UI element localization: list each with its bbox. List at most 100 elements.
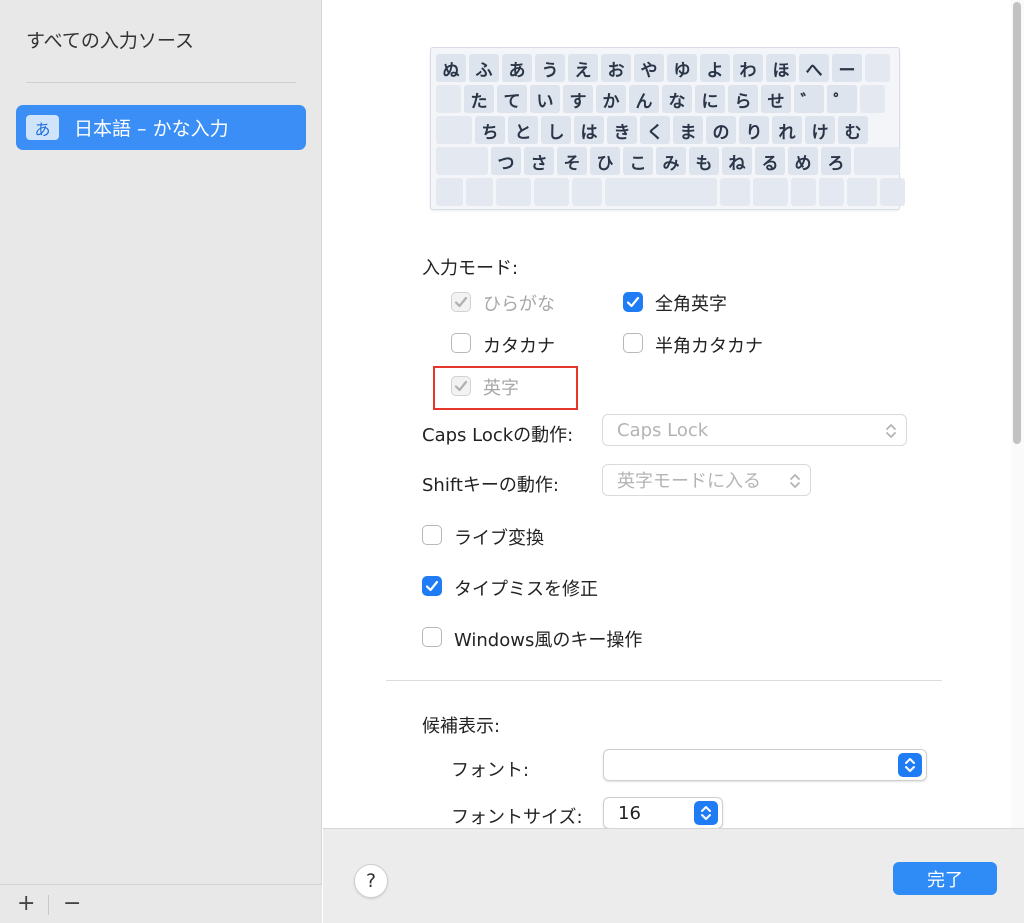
keyboard-row-4: つ さ そ ひ こ み も ね る め ろ xyxy=(436,147,900,175)
key: え xyxy=(568,54,598,82)
key: さ xyxy=(524,147,554,175)
key-arrow-right xyxy=(880,178,905,206)
key: ひ xyxy=(590,147,620,175)
key-tab xyxy=(436,85,461,113)
shift-popup[interactable]: 英字モードに入る xyxy=(602,464,811,496)
key-blank xyxy=(865,54,890,82)
sidebar-footer: + − xyxy=(0,884,322,923)
checkmark-icon xyxy=(425,580,439,592)
keyboard-row-2: た て い す か ん な に ら せ ゛ ゜ xyxy=(436,85,885,113)
hiragana-checkbox[interactable] xyxy=(451,292,471,312)
hiragana-label: ひらがな xyxy=(483,294,555,315)
key: ゜ xyxy=(827,85,857,113)
key: ふ xyxy=(469,54,499,82)
caps-lock-value: Caps Lock xyxy=(617,419,709,441)
scrollbar[interactable] xyxy=(1011,0,1024,828)
key: ゆ xyxy=(667,54,697,82)
remove-input-source-button[interactable]: − xyxy=(63,891,81,916)
key: く xyxy=(640,116,670,144)
key-space xyxy=(605,178,717,206)
key-shift-right xyxy=(854,147,900,175)
candidates-heading: 候補表示: xyxy=(422,716,501,737)
scrollbar-thumb[interactable] xyxy=(1013,2,1021,444)
key-control xyxy=(466,178,493,206)
key: ー xyxy=(832,54,862,82)
key: お xyxy=(601,54,631,82)
keyboard-row-3: ち と し は き く ま の り れ け む xyxy=(436,116,868,144)
input-mode-heading: 入力モード: xyxy=(422,258,519,279)
key: ら xyxy=(728,85,758,113)
chevron-updown-icon xyxy=(790,474,800,488)
typo-fix-label: タイプミスを修正 xyxy=(454,579,598,600)
footer-separator xyxy=(48,895,49,915)
sidebar: すべての入力ソース あ 日本語 – かな入力 + − xyxy=(0,0,322,923)
shift-value: 英字モードに入る xyxy=(617,471,761,492)
key-fn xyxy=(436,178,463,206)
input-source-item-japanese-kana[interactable]: あ 日本語 – かな入力 xyxy=(16,105,306,150)
add-input-source-button[interactable]: + xyxy=(17,891,35,916)
key: ぬ xyxy=(436,54,466,82)
sidebar-divider xyxy=(26,82,296,83)
key-eisu xyxy=(572,178,602,206)
key: へ xyxy=(799,54,829,82)
key: す xyxy=(563,85,593,113)
key-command xyxy=(534,178,569,206)
key: と xyxy=(508,116,538,144)
key: て xyxy=(497,85,527,113)
sidebar-title: すべての入力ソース xyxy=(26,30,194,52)
typo-fix-checkbox[interactable] xyxy=(422,576,442,596)
section-divider xyxy=(386,680,942,681)
key: の xyxy=(706,116,736,144)
key: よ xyxy=(700,54,730,82)
hiragana-a-icon: あ xyxy=(26,115,59,140)
help-button[interactable]: ? xyxy=(354,864,388,898)
key: め xyxy=(788,147,818,175)
zenkaku-eiji-label: 全角英字 xyxy=(655,294,727,315)
key: れ xyxy=(772,116,802,144)
caps-lock-popup[interactable]: Caps Lock xyxy=(602,414,907,446)
hankaku-katakana-checkbox[interactable] xyxy=(623,333,643,353)
key: ゛ xyxy=(794,85,824,113)
key: こ xyxy=(623,147,653,175)
done-button[interactable]: 完了 xyxy=(893,862,997,895)
key: せ xyxy=(761,85,791,113)
key-option xyxy=(496,178,531,206)
key: わ xyxy=(733,54,763,82)
key: た xyxy=(464,85,494,113)
chevron-updown-icon xyxy=(886,424,896,438)
key: い xyxy=(530,85,560,113)
key: は xyxy=(574,116,604,144)
windows-keys-label: Windows風のキー操作 xyxy=(454,630,643,651)
hankaku-katakana-label: 半角カタカナ xyxy=(655,336,763,357)
windows-keys-checkbox[interactable] xyxy=(422,627,442,647)
font-size-popup[interactable]: 16 xyxy=(603,797,723,829)
katakana-checkbox[interactable] xyxy=(451,333,471,353)
font-size-value: 16 xyxy=(618,802,641,824)
live-conversion-checkbox[interactable] xyxy=(422,525,442,545)
key-kana xyxy=(720,178,750,206)
key: し xyxy=(541,116,571,144)
font-popup[interactable] xyxy=(603,749,927,781)
live-conversion-label: ライブ変換 xyxy=(454,528,544,549)
keyboard-row-1: ぬ ふ あ う え お や ゆ よ わ ほ へ ー xyxy=(436,54,890,82)
key-command-right xyxy=(753,178,788,206)
key: や xyxy=(634,54,664,82)
key: つ xyxy=(491,147,521,175)
font-size-stepper xyxy=(694,801,718,825)
key-option-right xyxy=(791,178,816,206)
keyboard-layout-preview: ぬ ふ あ う え お や ゆ よ わ ほ へ ー た て い す か ん な … xyxy=(430,47,905,210)
key: か xyxy=(596,85,626,113)
font-popup-stepper xyxy=(898,753,922,777)
key-return xyxy=(860,85,885,113)
key: む xyxy=(838,116,868,144)
key: ろ xyxy=(821,147,851,175)
font-label: フォント: xyxy=(451,760,530,781)
caps-lock-label: Caps Lockの動作: xyxy=(422,425,574,446)
key: ま xyxy=(673,116,703,144)
key-arrow-updown xyxy=(847,178,877,206)
key: み xyxy=(656,147,686,175)
chevron-updown-icon xyxy=(905,758,915,772)
checkmark-icon xyxy=(454,296,468,308)
zenkaku-eiji-checkbox[interactable] xyxy=(623,292,643,312)
key-arrow-left xyxy=(819,178,844,206)
